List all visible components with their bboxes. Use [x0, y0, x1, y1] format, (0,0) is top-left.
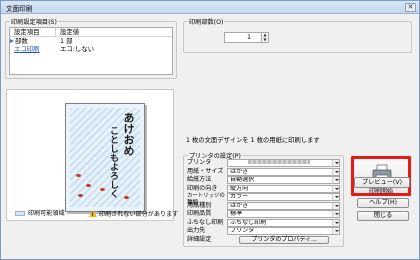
paper-feed-select[interactable]: 自動選択: [227, 176, 340, 184]
orientation-select[interactable]: 縦方向: [227, 184, 340, 193]
print-dialog: 文面印刷 ✕ 印刷設定項目(S) 設定項目 設定値 部数 1 部 エコ印刷 エコ…: [0, 0, 420, 260]
goldfish-decoration: [78, 194, 83, 197]
printer-row-borderless: ふちなし印刷 ふちなし印刷: [185, 218, 340, 227]
settings-list[interactable]: 設定項目 設定値 部数 1 部 エコ印刷 エコ:しない: [9, 27, 173, 75]
copies-group: 印刷部数(O) 1 ▲ ▼: [183, 17, 412, 53]
paper-type-label: 用紙種別: [187, 201, 212, 209]
row-key-copies: 部数: [15, 37, 28, 45]
quality-label: 印刷品質: [187, 210, 212, 217]
dropdown-arrow-icon[interactable]: [332, 228, 339, 234]
dropdown-arrow-icon[interactable]: [332, 211, 339, 217]
goldfish-decoration: [76, 174, 81, 177]
borderless-label: ふちなし印刷: [187, 218, 224, 226]
printer-select[interactable]: [227, 159, 340, 167]
settings-row-copies[interactable]: 部数 1 部: [10, 37, 172, 45]
goldfish-decoration: [100, 188, 105, 191]
copies-group-label: 印刷部数(O): [188, 17, 225, 26]
printer-row-cartridge: カートリッジの種類 カラー: [185, 193, 340, 206]
cartridge-select[interactable]: カラー: [227, 193, 340, 201]
window-title: 文面印刷: [6, 5, 33, 13]
output-label: 出力先: [187, 227, 206, 234]
quality-value: 標準: [230, 210, 243, 217]
legend-printable: 印刷可能領域: [15, 210, 65, 218]
row-key-eco-link[interactable]: エコ印刷: [10, 45, 56, 53]
goldfish-decoration: [124, 196, 129, 199]
paper-size-select[interactable]: はがき: [227, 167, 340, 176]
dropdown-arrow-icon[interactable]: [332, 194, 339, 200]
borderless-select[interactable]: ふちなし印刷: [227, 218, 340, 227]
printable-area-swatch: [15, 211, 25, 216]
header-value: 設定値: [60, 28, 80, 36]
paper-size-label: 用紙・サイズ: [187, 167, 224, 175]
printer-row-feed: 給紙方法 自動選択: [185, 176, 340, 184]
advanced-label: 詳細設定: [187, 235, 212, 243]
dropdown-arrow-icon[interactable]: [332, 219, 339, 226]
settings-header: 設定項目 設定値: [10, 28, 172, 37]
warning-icon: [89, 210, 97, 220]
selected-row-arrow-icon: [10, 39, 14, 43]
close-icon[interactable]: ✕: [405, 3, 416, 12]
legend-printable-text: 印刷可能領域: [28, 210, 65, 217]
card-greeting-text: [76, 116, 88, 156]
card-title-right: あけおめ: [122, 112, 135, 156]
dropdown-arrow-icon[interactable]: [332, 185, 339, 192]
printer-row-printer: プリンタ: [185, 159, 340, 167]
settings-row-eco[interactable]: エコ印刷 エコ:しない: [10, 45, 172, 53]
quality-select[interactable]: 標準: [227, 210, 340, 218]
spin-down-icon[interactable]: ▼: [262, 37, 268, 43]
header-item: 設定項目: [10, 28, 56, 36]
orientation-label: 印刷の向き: [187, 184, 218, 192]
output-value: プリンタ: [230, 227, 255, 234]
settings-row-key: 部数: [10, 37, 56, 45]
paper-size-value: はがき: [230, 167, 249, 175]
dropdown-arrow-icon[interactable]: [332, 177, 339, 183]
row-value-eco: エコ:しない: [60, 45, 95, 53]
preview-button[interactable]: プレビュー(V): [354, 177, 410, 188]
dropdown-arrow-icon[interactable]: [332, 160, 339, 166]
legend-warning: 印刷されない部分があります: [89, 210, 179, 220]
paper-type-value: はがき: [230, 201, 249, 209]
settings-group: 印刷設定項目(S) 設定項目 設定値 部数 1 部 エコ印刷 エコ:しない: [5, 17, 177, 79]
settings-group-label: 印刷設定項目(S): [10, 17, 58, 26]
printer-row-output: 出力先 プリンタ: [185, 227, 340, 235]
row-value-copies: 1 部: [60, 37, 73, 45]
close-button[interactable]: 閉じる: [357, 211, 409, 221]
dropdown-arrow-icon[interactable]: [332, 168, 339, 175]
print-start-button[interactable]: 印刷開始: [351, 156, 411, 196]
cartridge-label: カートリッジの種類: [187, 193, 225, 206]
help-button[interactable]: ヘルプ(H): [357, 198, 409, 208]
cartridge-value: カラー: [230, 193, 249, 200]
paper-type-select[interactable]: はがき: [227, 201, 340, 210]
printer-row-paper-size: 用紙・サイズ はがき: [185, 167, 340, 176]
legend-warning-text: 印刷されない部分があります: [99, 211, 179, 218]
paper-feed-label: 給紙方法: [187, 176, 212, 183]
orientation-value: 縦方向: [230, 184, 249, 192]
postcard-preview: あけおめ ことしもよろしく: [65, 103, 145, 212]
printer-row-advanced: 詳細設定 プリンタのプロパティ...: [185, 235, 340, 244]
printer-row-paper-type: 用紙種別 はがき: [185, 201, 340, 210]
printer-row-quality: 印刷品質 標準: [185, 210, 340, 218]
printer-label: プリンタ: [187, 159, 212, 166]
copies-input[interactable]: 1: [224, 32, 262, 43]
goldfish-decoration: [86, 184, 91, 187]
printer-row-orientation: 印刷の向き 縦方向: [185, 184, 340, 193]
printer-settings-table: プリンタ 用紙・サイズ はがき 給紙方法 自動選択 印刷の向き 縦方向 カートリ…: [185, 159, 340, 244]
redacted-printer-name: [248, 160, 310, 164]
output-select[interactable]: プリンタ: [227, 227, 340, 235]
preview-area: あけおめ ことしもよろしく: [6, 89, 174, 221]
dropdown-arrow-icon[interactable]: [332, 202, 339, 209]
card-title-left: ことしもよろしく: [108, 126, 118, 198]
copies-spinner[interactable]: ▲ ▼: [261, 32, 269, 43]
borderless-value: ふちなし印刷: [230, 218, 267, 226]
paper-feed-value: 自動選択: [230, 176, 255, 183]
title-bar: 文面印刷 ✕: [1, 1, 419, 14]
printer-properties-button[interactable]: プリンタのプロパティ...: [239, 235, 329, 244]
info-text: 1 枚の文面デザインを 1 枚の用紙に印刷します: [186, 137, 320, 144]
